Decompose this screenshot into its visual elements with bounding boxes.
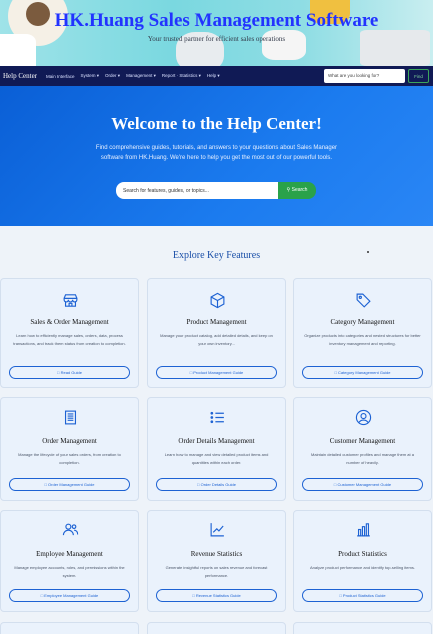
card-description: Manage your product catalog, add detaile… (160, 333, 273, 346)
card-title: Sales & Order Management (30, 318, 109, 326)
book-icon: □ (189, 370, 193, 375)
card-description: Manage employee accounts, roles, and per… (14, 565, 125, 578)
feature-card-employee: Employee Management Manage employee acco… (0, 510, 139, 612)
nav-item-help[interactable]: Help ▾ (207, 73, 220, 79)
card-title: Category Management (330, 318, 395, 326)
book-icon: □ (192, 593, 195, 598)
card-guide-button[interactable]: □ Product Statistics Guide (302, 589, 423, 602)
card-description: Manage the lifecycle of your sales order… (18, 452, 121, 465)
app-tagline: Your trusted partner for efficient sales… (147, 35, 286, 43)
hero-description: Find comprehensive guides, tutorials, an… (95, 145, 338, 161)
card-guide-button-label: Customer Management Guide (337, 482, 392, 487)
card-title: Order Details Management (178, 437, 255, 445)
card-guide-button-label: Product Management Guide (193, 370, 244, 375)
feature-card-customer: Customer Management Maintain detailed cu… (293, 397, 432, 501)
card-description: Learn how to efficiently manage sales, o… (13, 333, 126, 346)
card-guide-button-label: Category Management Guide (338, 370, 391, 375)
users-icon (62, 523, 79, 536)
banner: HK.Huang Sales Management Software Your … (0, 0, 433, 66)
card-guide-button[interactable]: □ Product Management Guide (156, 366, 277, 379)
nav-item-management[interactable]: Management ▾ (126, 73, 156, 79)
nav-brand[interactable]: Help Center (3, 72, 37, 80)
card-title: Product Management (186, 318, 247, 326)
card-guide-button[interactable]: □ Order Details Guide (156, 478, 277, 491)
card-title: Order Management (42, 437, 97, 445)
card-guide-button-label: Employee Management Guide (44, 593, 99, 598)
card-title: Revenue Statistics (190, 550, 243, 558)
card-description: Learn how to manage and view detailed pr… (164, 452, 269, 465)
feature-card-revenue: Revenue Statistics Generate insightful r… (147, 510, 286, 612)
top-navbar: Help Center Main Interface System ▾ Orde… (0, 66, 433, 86)
feature-card-partial (0, 622, 139, 634)
card-guide-button[interactable]: □ Revenue Statistics Guide (156, 589, 277, 602)
receipt-icon (64, 410, 77, 425)
book-icon: □ (334, 370, 337, 375)
app-title: HK.Huang Sales Management Software (54, 10, 379, 31)
feature-card-category: Category Management Organize products in… (293, 278, 432, 388)
card-guide-button-label: Order Management Guide (48, 482, 95, 487)
store-icon (63, 294, 78, 307)
nav-item-report-statistics[interactable]: Report · Statistics ▾ (162, 73, 201, 79)
feature-card-order: Order Management Manage the lifecycle of… (0, 397, 139, 501)
card-guide-button-label: Revenue Statistics Guide (195, 593, 241, 598)
card-title: Customer Management (329, 437, 396, 445)
list-icon (210, 411, 224, 424)
book-icon: □ (40, 593, 44, 598)
feature-card-order-details: Order Details Management Learn how to ma… (147, 397, 286, 501)
user-icon (355, 409, 372, 426)
card-title: Employee Management (36, 550, 103, 558)
nav-find-button[interactable]: Find (408, 69, 429, 83)
card-guide-button-label: Read Guide (60, 370, 82, 375)
hero-search-input[interactable]: Search for features, guides, or topics..… (116, 182, 278, 199)
feature-card-partial (147, 622, 286, 634)
card-guide-button-label: Order Details Guide (200, 482, 236, 487)
hero-title: Welcome to the Help Center! (111, 114, 322, 133)
feature-card-sales-order: Sales & Order Management Learn how to ef… (0, 278, 139, 388)
feature-card-product-stats: Product Statistics Analyze product perfo… (293, 510, 432, 612)
box-icon (210, 292, 225, 309)
card-description: Maintain detailed customer profiles and … (311, 452, 414, 465)
card-guide-button[interactable]: □ Read Guide (9, 366, 130, 379)
tag-icon (356, 293, 371, 308)
hero-section: Welcome to the Help Center! Find compreh… (0, 86, 433, 226)
card-guide-button-label: Product Statistics Guide (342, 593, 386, 598)
hero-search-button[interactable]: ⚲ Search (278, 182, 316, 199)
card-description: Organize products into categories and ne… (304, 333, 421, 346)
card-description: Analyze product performance and identify… (310, 565, 415, 570)
nav-item-main-interface[interactable]: Main Interface (46, 74, 75, 79)
card-guide-button[interactable]: □ Customer Management Guide (302, 478, 423, 491)
card-description: Generate insightful reports on sales rev… (165, 565, 268, 578)
card-guide-button[interactable]: □ Order Management Guide (9, 478, 130, 491)
book-icon: □ (57, 370, 60, 375)
book-icon: □ (339, 593, 342, 598)
nav-item-order[interactable]: Order ▾ (105, 73, 120, 79)
decorative-dot (367, 251, 369, 253)
card-guide-button[interactable]: □ Category Management Guide (302, 366, 423, 379)
feature-card-product: Product Management Manage your product c… (147, 278, 286, 388)
feature-card-partial (293, 622, 432, 634)
search-icon: ⚲ (286, 187, 291, 193)
nav-item-system[interactable]: System ▾ (81, 73, 100, 79)
book-icon: □ (333, 482, 337, 487)
bar-chart-icon (357, 523, 370, 537)
card-guide-button[interactable]: □ Employee Management Guide (9, 589, 130, 602)
nav-search-input[interactable]: What are you looking for? (324, 69, 405, 83)
book-icon: □ (197, 482, 200, 487)
hero-search-button-label: Search (291, 187, 308, 193)
trend-icon (210, 523, 224, 537)
book-icon: □ (44, 482, 47, 487)
card-title: Product Statistics (338, 550, 387, 558)
